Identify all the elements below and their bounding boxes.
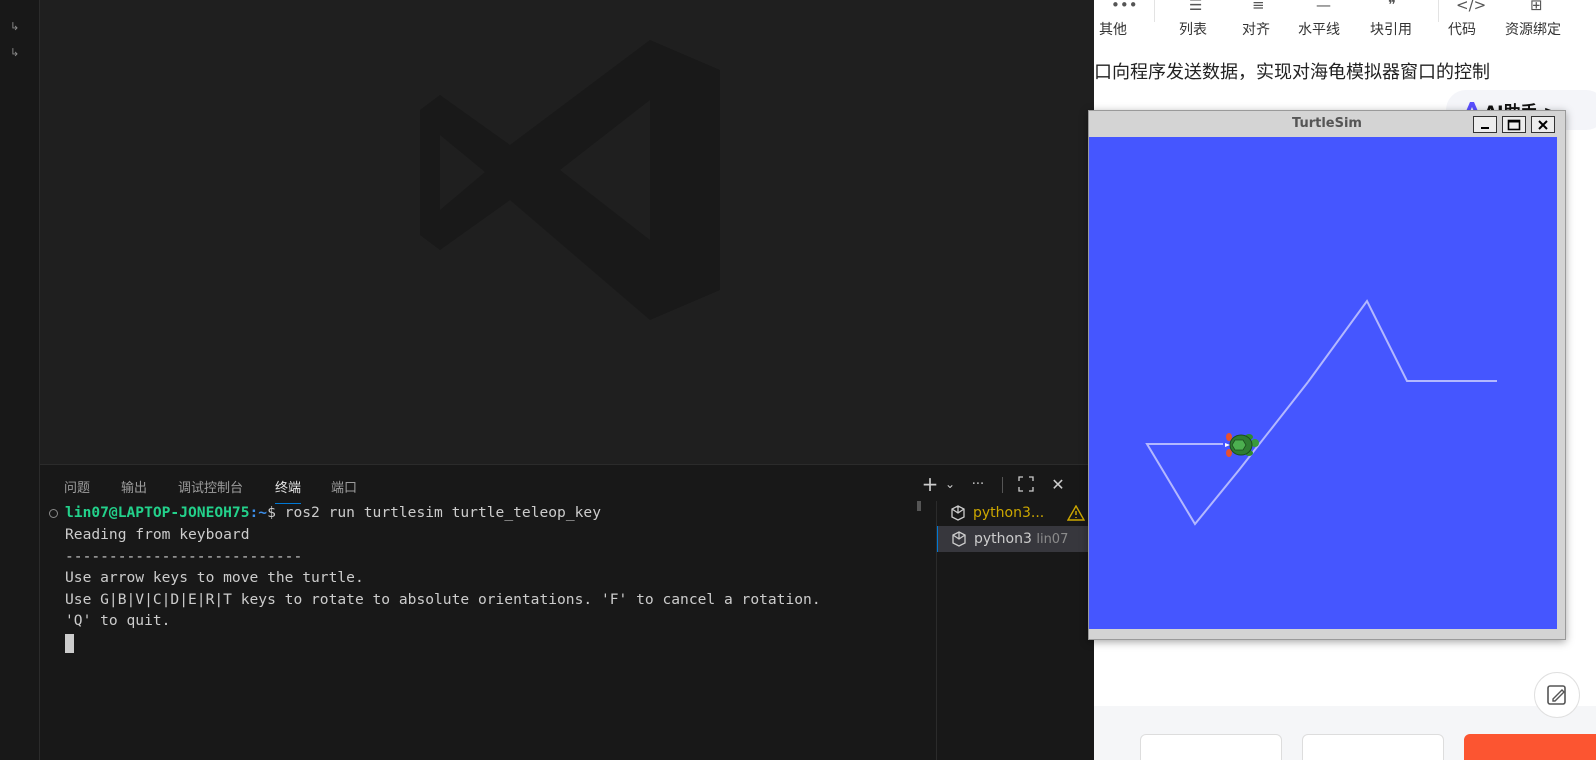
article-text: 口向程序发送数据，实现对海龟模拟器窗口的控制	[1094, 62, 1490, 83]
tab-terminal[interactable]: 终端	[275, 477, 302, 504]
more-dots-icon: •••	[1111, 0, 1138, 14]
terminal-tab-item[interactable]: python3 lin07	[937, 526, 1095, 552]
turtle-path-drawing	[1145, 299, 1497, 526]
turtle-canvas[interactable]	[1089, 137, 1557, 629]
prompt-path: :~	[249, 504, 268, 521]
python-box-icon	[951, 505, 965, 521]
panel-tab-bar: 问题 输出 调试控制台 终端 端口 + ⌄ ··· ✕	[40, 465, 1094, 504]
edit-floating-button[interactable]	[1534, 672, 1580, 718]
align-icon: ≡	[1252, 0, 1265, 14]
publish-bar	[1094, 706, 1596, 760]
tab-output[interactable]: 输出	[121, 477, 147, 496]
tree-indent-icon: ↳	[10, 46, 20, 59]
terminal-output[interactable]: lin07@LAPTOP-JONEOH75:~$ ros2 run turtle…	[40, 501, 936, 760]
terminal-tab-name: python3...	[973, 505, 1045, 521]
close-button[interactable]	[1531, 116, 1555, 133]
toolbar-label: 代码	[1448, 22, 1476, 38]
chevron-down-icon[interactable]: ⌄	[939, 473, 961, 495]
toolbar-label: 资源绑定	[1505, 22, 1561, 38]
toolbar-divider	[1154, 0, 1155, 22]
list-icon: ☰	[1189, 0, 1203, 14]
tab-debug-console[interactable]: 调试控制台	[178, 477, 243, 496]
bottom-panel: 问题 输出 调试控制台 终端 端口 + ⌄ ··· ✕ lin07@LAPTOP…	[40, 464, 1095, 760]
action-divider	[1002, 477, 1003, 493]
turtle-trail	[1307, 299, 1497, 383]
resource-icon: ⊞	[1530, 0, 1543, 14]
prompt-user-host: lin07@LAPTOP-JONEOH75	[65, 504, 250, 521]
python-box-icon	[952, 531, 966, 547]
maximize-panel-icon[interactable]	[1015, 473, 1037, 495]
close-panel-icon[interactable]: ✕	[1047, 473, 1069, 495]
preview-button[interactable]	[1302, 734, 1444, 760]
prompt-symbol: $	[267, 504, 276, 521]
terminal-tab-title: python3	[974, 531, 1032, 547]
turtlesim-window: TurtleSim	[1088, 110, 1566, 640]
draft-button[interactable]	[1140, 734, 1282, 760]
activity-bar: ↳ ↳	[0, 0, 40, 760]
tree-indent-icon: ↳	[10, 20, 20, 33]
maximize-icon	[1507, 119, 1521, 130]
terminal-cursor	[65, 634, 74, 653]
turtle-sprite-icon	[1225, 433, 1259, 457]
minimize-button[interactable]	[1473, 116, 1497, 133]
minimize-icon	[1481, 126, 1489, 129]
tab-ports[interactable]: 端口	[331, 477, 357, 496]
close-icon	[1538, 119, 1548, 130]
editor-area	[40, 0, 1094, 464]
terminal-line: 'Q' to quit.	[65, 612, 171, 629]
terminal-prompt-line: lin07@LAPTOP-JONEOH75:~$ ros2 run turtle…	[65, 504, 601, 521]
horizontal-rule-icon: —	[1316, 0, 1331, 14]
toolbar-label: 块引用	[1370, 22, 1412, 38]
terminal-line: Reading from keyboard	[65, 526, 250, 543]
command-decoration-icon[interactable]	[49, 509, 58, 518]
warning-icon	[1067, 505, 1085, 521]
new-terminal-plus-icon[interactable]: +	[919, 472, 941, 496]
edit-note-icon	[1547, 685, 1566, 705]
prompt-command: ros2 run turtlesim turtle_teleop_key	[275, 504, 601, 521]
toolbar-label: 水平线	[1298, 22, 1340, 38]
quote-icon: ❞	[1388, 0, 1397, 14]
toolbar-label: 其他	[1099, 22, 1127, 38]
tab-problems[interactable]: 问题	[64, 477, 90, 496]
terminal-tab-item[interactable]: python3...	[937, 500, 1095, 526]
terminal-scrollbar[interactable]	[917, 501, 921, 511]
toolbar-divider	[1438, 0, 1439, 22]
publish-button[interactable]	[1464, 734, 1596, 760]
toolbar-label: 列表	[1179, 22, 1207, 38]
vscode-logo-watermark-icon	[420, 40, 720, 320]
editor-toolbar: ••• 其他 ☰ 列表 ≡ 对齐 — 水平线 ❞ 块引用 </> 代码 ⊞ 资源…	[1094, 0, 1596, 46]
terminal-tab-user: lin07	[1036, 532, 1069, 547]
terminal-tabs-list: python3... python3 lin07	[936, 500, 1095, 760]
maximize-button[interactable]	[1502, 116, 1526, 133]
terminal-tab-name: python3 lin07	[974, 531, 1068, 547]
terminal-line: Use arrow keys to move the turtle.	[65, 569, 364, 586]
terminal-line: ---------------------------	[65, 548, 303, 565]
more-actions-icon[interactable]: ···	[967, 473, 989, 495]
terminal-line: Use G|B|V|C|D|E|R|T keys to rotate to ab…	[65, 591, 821, 608]
code-icon: </>	[1456, 0, 1487, 14]
toolbar-label: 对齐	[1242, 22, 1270, 38]
